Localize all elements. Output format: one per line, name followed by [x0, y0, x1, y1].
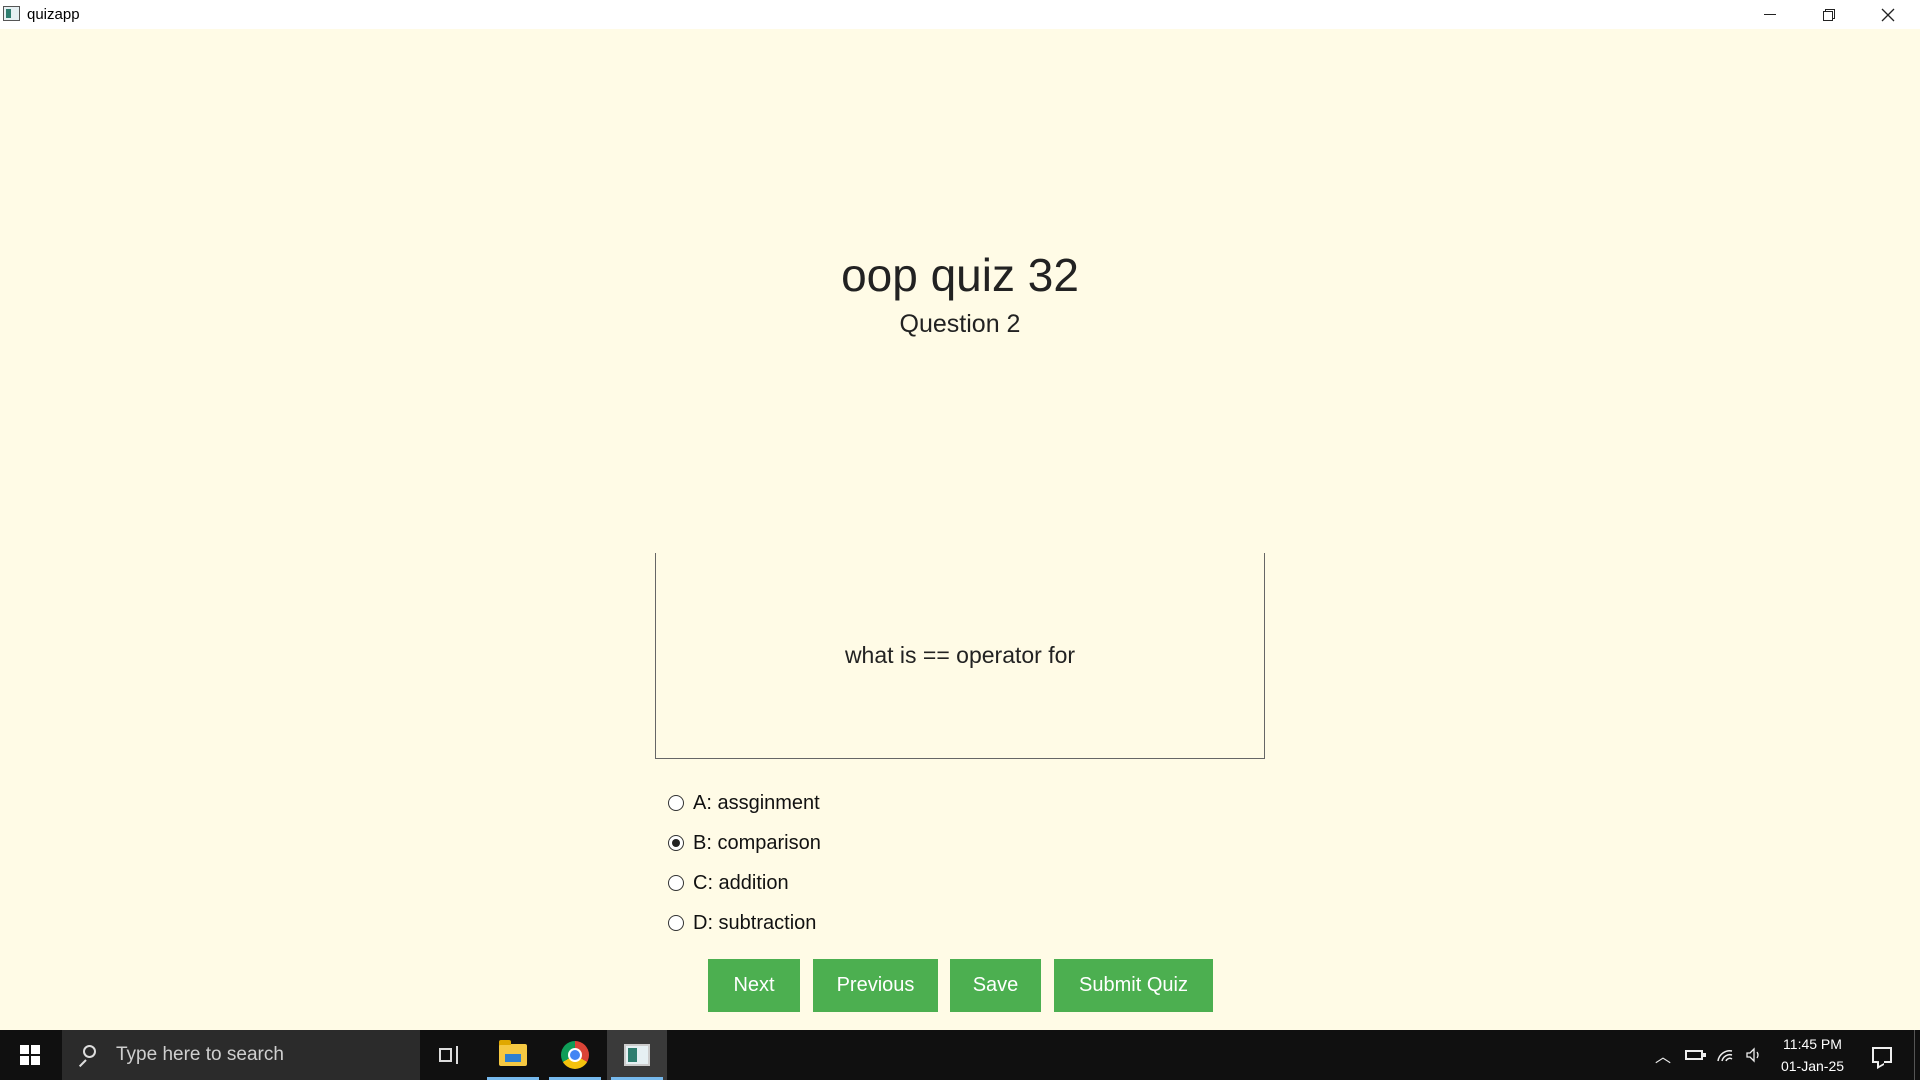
network-icon — [1717, 1050, 1733, 1062]
notification-icon — [1872, 1047, 1892, 1063]
volume-button[interactable] — [1740, 1030, 1768, 1080]
restore-icon — [1823, 8, 1835, 21]
chevron-up-icon: ︿ — [1654, 1049, 1671, 1066]
option-b-label: B: comparison — [693, 831, 821, 854]
show-desktop-button[interactable] — [1914, 1030, 1915, 1080]
clock-time: 11:45 PM — [1783, 1036, 1842, 1052]
task-view-button[interactable] — [420, 1030, 480, 1080]
task-view-icon — [439, 1046, 461, 1064]
clock-date: 01-Jan-25 — [1780, 1058, 1845, 1074]
option-c-radio[interactable] — [668, 875, 684, 891]
network-button[interactable] — [1711, 1030, 1739, 1080]
file-explorer-button[interactable] — [483, 1030, 543, 1080]
search-placeholder: Type here to search — [116, 1044, 284, 1065]
option-c-label: C: addition — [693, 871, 789, 894]
minimize-button[interactable] — [1741, 0, 1799, 29]
save-button[interactable]: Save — [950, 959, 1041, 1012]
question-box: what is == operator for — [655, 553, 1265, 759]
search-icon — [76, 1044, 98, 1068]
window-title: quizapp — [27, 6, 80, 23]
option-d-label: D: subtraction — [693, 911, 817, 934]
option-d-radio[interactable] — [668, 915, 684, 931]
taskbar: Type here to search ︿ 11:45 PM 01-Jan-25 — [0, 1030, 1920, 1080]
start-button[interactable] — [0, 1030, 60, 1080]
folder-icon — [499, 1040, 527, 1066]
option-d[interactable]: D: subtraction — [668, 903, 821, 943]
next-button[interactable]: Next — [708, 959, 800, 1012]
quizapp-icon — [3, 6, 20, 21]
chrome-button[interactable] — [545, 1030, 605, 1080]
submit-quiz-button[interactable]: Submit Quiz — [1054, 959, 1213, 1012]
quizapp-taskbar-button[interactable] — [607, 1030, 667, 1080]
battery-icon — [1685, 1050, 1706, 1060]
minimize-icon — [1764, 14, 1776, 15]
clock[interactable]: 11:45 PM 01-Jan-25 — [1770, 1030, 1855, 1080]
option-a-label: A: assginment — [693, 791, 820, 814]
windows-icon — [20, 1045, 40, 1065]
battery-button[interactable] — [1680, 1030, 1708, 1080]
answer-options: A: assginment B: comparison C: addition … — [668, 783, 821, 943]
volume-icon — [1746, 1047, 1759, 1063]
close-icon — [1881, 8, 1895, 21]
option-b-radio[interactable] — [668, 835, 684, 851]
restore-button[interactable] — [1800, 0, 1858, 29]
title-bar: quizapp — [0, 0, 1920, 29]
quizapp-icon — [624, 1044, 650, 1066]
taskbar-search[interactable]: Type here to search — [62, 1030, 420, 1080]
option-b[interactable]: B: comparison — [668, 823, 821, 863]
chrome-icon — [561, 1041, 589, 1069]
previous-button[interactable]: Previous — [813, 959, 938, 1012]
action-center-button[interactable] — [1862, 1030, 1902, 1080]
option-c[interactable]: C: addition — [668, 863, 821, 903]
quiz-title: oop quiz 32 — [841, 249, 1079, 301]
option-a[interactable]: A: assginment — [668, 783, 821, 823]
question-text: what is == operator for — [844, 642, 1076, 668]
show-hidden-icons-button[interactable]: ︿ — [1650, 1030, 1676, 1080]
option-a-radio[interactable] — [668, 795, 684, 811]
question-number: Question 2 — [899, 310, 1021, 338]
close-button[interactable] — [1859, 0, 1917, 29]
